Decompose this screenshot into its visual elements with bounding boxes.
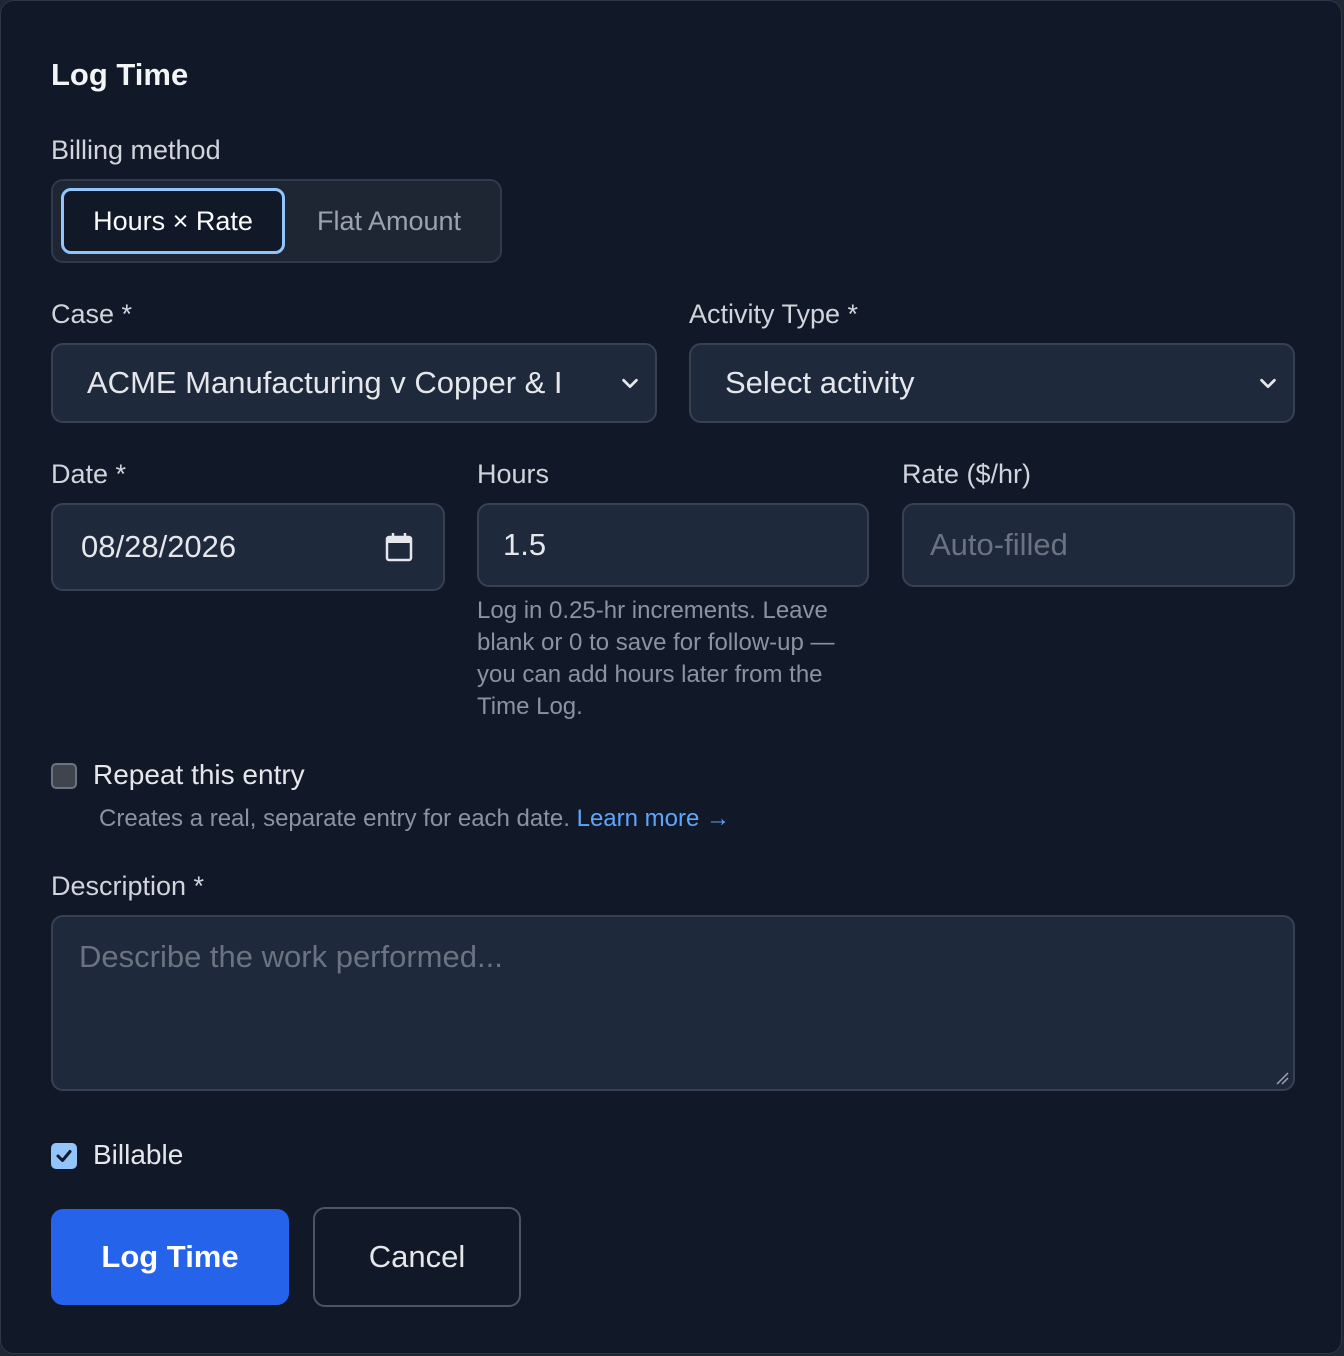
case-label: Case * xyxy=(51,299,133,329)
calendar-icon[interactable] xyxy=(385,532,413,562)
billing-method-toggle: Hours × Rate Flat Amount xyxy=(51,179,502,263)
rate-label: Rate ($/hr) xyxy=(902,459,1032,489)
cancel-button[interactable]: Cancel xyxy=(313,1207,521,1307)
repeat-entry-label: Repeat this entry xyxy=(93,759,305,790)
activity-type-select[interactable]: Select activity xyxy=(689,343,1295,423)
resize-handle-icon[interactable] xyxy=(1275,1071,1289,1085)
description-placeholder: Describe the work performed... xyxy=(79,939,503,974)
repeat-entry-checkbox[interactable] xyxy=(51,763,77,789)
billable-checkbox[interactable] xyxy=(51,1143,77,1169)
billing-method-label: Billing method xyxy=(51,135,221,165)
rate-placeholder: Auto-filled xyxy=(930,527,1068,562)
date-input[interactable]: 08/28/2026 xyxy=(51,503,445,591)
hours-rate-option[interactable]: Hours × Rate xyxy=(61,188,285,254)
date-value: 08/28/2026 xyxy=(81,529,237,564)
repeat-entry-helper: Creates a real, separate entry for each … xyxy=(99,805,731,832)
description-textarea[interactable]: Describe the work performed... xyxy=(51,915,1295,1091)
billable-label: Billable xyxy=(93,1139,184,1170)
learn-more-link[interactable]: Learn more → xyxy=(577,805,730,832)
chevron-down-icon xyxy=(622,378,638,389)
flat-amount-option[interactable]: Flat Amount xyxy=(289,188,489,254)
hours-input[interactable]: 1.5 xyxy=(477,503,869,587)
rate-input[interactable]: Auto-filled xyxy=(902,503,1295,587)
date-label: Date * xyxy=(51,459,127,489)
activity-type-label: Activity Type * xyxy=(689,299,859,329)
chevron-down-icon xyxy=(1260,378,1276,389)
case-select[interactable]: ACME Manufacturing v Copper & I xyxy=(51,343,657,423)
log-time-dialog: Log Time Billing method Hours × Rate Fla… xyxy=(0,0,1342,1354)
case-select-value: ACME Manufacturing v Copper & I xyxy=(87,365,563,400)
hours-helper-text: Log in 0.25-hr increments. Leave blank o… xyxy=(477,597,835,720)
log-time-button[interactable]: Log Time xyxy=(51,1209,289,1305)
hours-value: 1.5 xyxy=(503,527,547,562)
hours-label: Hours xyxy=(477,459,550,489)
description-label: Description * xyxy=(51,871,205,901)
activity-type-select-value: Select activity xyxy=(725,365,915,400)
check-icon xyxy=(56,1150,72,1162)
dialog-title: Log Time xyxy=(51,57,189,92)
